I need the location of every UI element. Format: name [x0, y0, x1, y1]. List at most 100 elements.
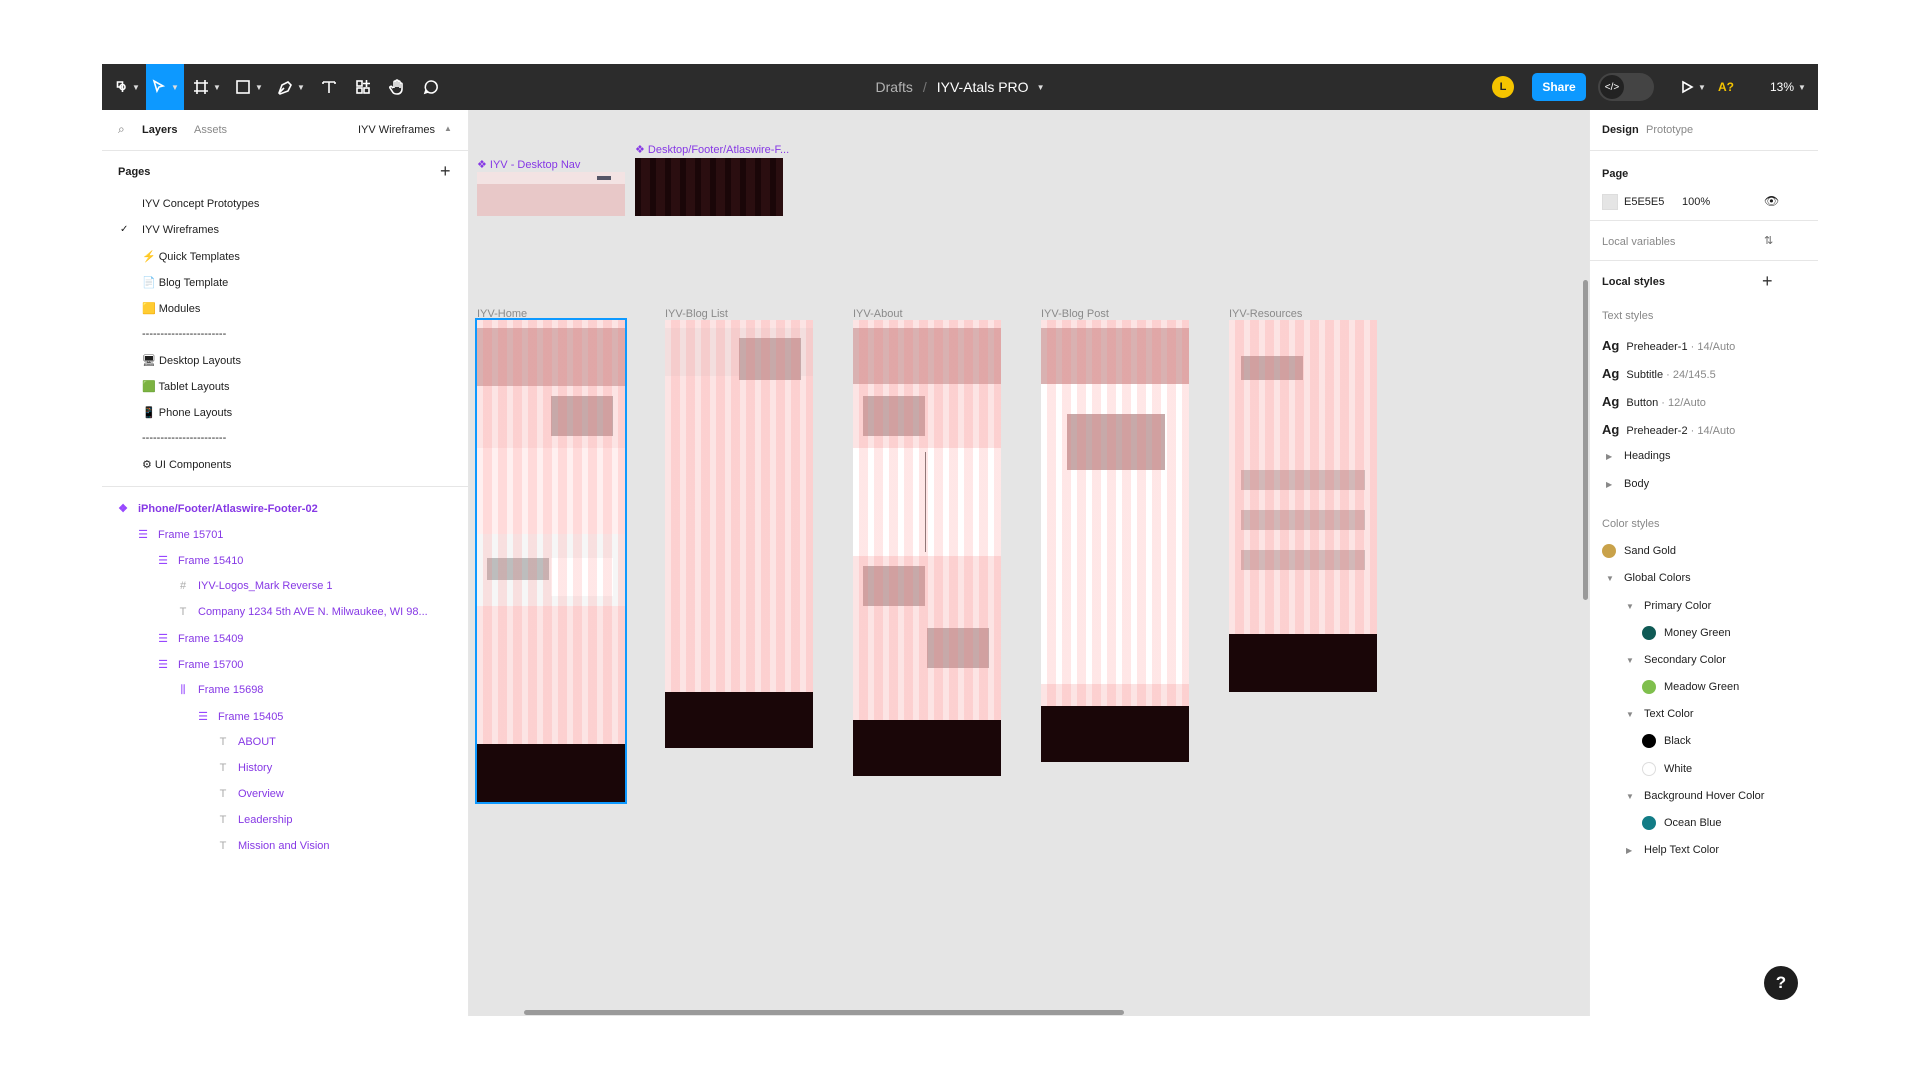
chevron-right-icon[interactable]: ▶: [1606, 480, 1612, 489]
canvas[interactable]: ❖ IYV - Desktop Nav ❖ Desktop/Footer/Atl…: [469, 110, 1589, 1016]
frame-iyv-blog-post[interactable]: [1041, 320, 1189, 762]
text-style-item[interactable]: Ag Preheader-2 · 14/Auto: [1602, 422, 1735, 437]
text-style-item[interactable]: Ag Preheader-1 · 14/Auto: [1602, 338, 1735, 353]
variables-icon[interactable]: ⇅: [1764, 234, 1773, 247]
avatar[interactable]: L: [1492, 76, 1514, 98]
color-subgroup-background-hover[interactable]: Background Hover Color: [1644, 790, 1764, 802]
tab-assets[interactable]: Assets: [194, 124, 227, 136]
color-subgroup-secondary[interactable]: Secondary Color: [1644, 654, 1726, 666]
text-group-body[interactable]: Body: [1624, 478, 1649, 490]
vertical-scrollbar[interactable]: [1583, 280, 1588, 600]
page-color-swatch[interactable]: [1602, 194, 1618, 210]
tab-layers[interactable]: Layers: [142, 124, 177, 136]
frame-label[interactable]: IYV-Blog Post: [1041, 308, 1109, 320]
color-subgroup-primary[interactable]: Primary Color: [1644, 600, 1711, 612]
pen-tool-button[interactable]: ▼: [272, 64, 310, 110]
layer-item[interactable]: T ABOUT: [216, 736, 276, 748]
chevron-down-icon[interactable]: ▼: [1037, 83, 1045, 92]
add-style-icon[interactable]: +: [1762, 272, 1773, 290]
page-item[interactable]: 🖥 Desktop Layouts: [142, 354, 241, 367]
layer-item[interactable]: ⫼ Frame 15698: [176, 684, 263, 697]
layer-item[interactable]: ☰ Frame 15409: [156, 632, 243, 645]
frame-label[interactable]: IYV-Resources: [1229, 308, 1302, 320]
chevron-down-icon[interactable]: ▼: [1626, 792, 1634, 801]
page-selector[interactable]: IYV Wireframes: [358, 124, 435, 136]
text-group-headings[interactable]: Headings: [1624, 450, 1670, 462]
chevron-down-icon[interactable]: ▼: [1606, 574, 1614, 583]
page-item-current[interactable]: IYV Wireframes: [142, 224, 219, 236]
eye-icon[interactable]: 👁: [1764, 194, 1779, 208]
chevron-down-icon[interactable]: ▼: [1626, 602, 1634, 611]
component-label[interactable]: ❖ IYV - Desktop Nav: [477, 158, 580, 171]
breadcrumb-drafts[interactable]: Drafts: [876, 79, 913, 95]
frame-tool-button[interactable]: ▼: [188, 64, 226, 110]
accessibility-check-button[interactable]: A?: [1718, 64, 1734, 110]
page-item[interactable]: ⚙ UI Components: [142, 458, 231, 471]
tab-prototype[interactable]: Prototype: [1646, 124, 1693, 136]
layer-item[interactable]: ☰ Frame 15701: [136, 528, 223, 541]
color-style-white[interactable]: White: [1664, 763, 1692, 775]
frame-label[interactable]: IYV-Blog List: [665, 308, 728, 320]
local-variables-label[interactable]: Local variables: [1602, 236, 1675, 248]
layer-item[interactable]: T Mission and Vision: [216, 840, 330, 852]
help-button[interactable]: ?: [1764, 966, 1798, 1000]
color-style-meadow-green[interactable]: Meadow Green: [1664, 681, 1739, 693]
dev-mode-toggle[interactable]: </>: [1598, 73, 1654, 101]
page-item[interactable]: 🟩 Tablet Layouts: [142, 380, 230, 393]
color-group-global[interactable]: Global Colors: [1624, 572, 1691, 584]
layer-item[interactable]: ☰ Frame 15700: [156, 658, 243, 671]
color-style-ocean-blue[interactable]: Ocean Blue: [1664, 817, 1721, 829]
share-button[interactable]: Share: [1532, 73, 1586, 101]
layer-item[interactable]: ❖ iPhone/Footer/Atlaswire-Footer-02: [116, 502, 318, 515]
add-page-icon[interactable]: +: [440, 162, 451, 180]
frame-iyv-resources[interactable]: [1229, 320, 1377, 692]
page-item[interactable]: 📱 Phone Layouts: [142, 406, 232, 419]
page-item[interactable]: 🟨 Modules: [142, 302, 200, 315]
layer-item[interactable]: T History: [216, 762, 273, 774]
horizontal-scrollbar[interactable]: [524, 1010, 1124, 1015]
hand-tool-button[interactable]: [382, 64, 412, 110]
color-style-black[interactable]: Black: [1664, 735, 1691, 747]
page-item[interactable]: IYV Concept Prototypes: [142, 198, 259, 210]
chevron-right-icon[interactable]: ▶: [1606, 452, 1612, 461]
layer-item[interactable]: T Company 1234 5th AVE N. Milwaukee, WI 9…: [176, 606, 428, 618]
color-subgroup-help-text[interactable]: Help Text Color: [1644, 844, 1719, 856]
frame-label[interactable]: IYV-About: [853, 308, 903, 320]
frame-label[interactable]: IYV-Home: [477, 308, 527, 320]
page-color-value[interactable]: E5E5E5: [1624, 196, 1664, 208]
layer-item[interactable]: ☰ Frame 15405: [196, 710, 283, 723]
page-item[interactable]: -----------------------: [142, 432, 226, 444]
layer-item[interactable]: T Leadership: [216, 814, 293, 826]
tab-design[interactable]: Design: [1602, 124, 1639, 136]
search-icon[interactable]: ⌕: [118, 122, 125, 137]
present-button[interactable]: ▼: [1676, 64, 1710, 110]
shape-tool-button[interactable]: ▼: [230, 64, 268, 110]
component-label[interactable]: ❖ Desktop/Footer/Atlaswire-F...: [635, 143, 789, 156]
frame-iyv-home[interactable]: [475, 318, 627, 804]
page-item[interactable]: -----------------------: [142, 328, 226, 340]
desktop-footer-component[interactable]: [635, 158, 783, 216]
text-style-item[interactable]: Ag Button · 12/Auto: [1602, 394, 1706, 409]
chevron-up-icon[interactable]: ▲: [444, 124, 452, 133]
page-item[interactable]: ⚡ Quick Templates: [142, 250, 240, 263]
color-subgroup-text[interactable]: Text Color: [1644, 708, 1694, 720]
chevron-down-icon[interactable]: ▼: [1626, 656, 1634, 665]
chevron-right-icon[interactable]: ▶: [1626, 846, 1632, 855]
desktop-nav-component[interactable]: [477, 172, 625, 216]
move-tool-button[interactable]: ▼: [146, 64, 184, 110]
main-menu-button[interactable]: ▼: [110, 64, 142, 110]
resources-tool-button[interactable]: [348, 64, 378, 110]
zoom-dropdown[interactable]: 13% ▼: [1770, 64, 1806, 110]
frame-iyv-about[interactable]: [853, 320, 1001, 776]
frame-iyv-blog-list[interactable]: [665, 320, 813, 748]
layer-item[interactable]: T Overview: [216, 788, 284, 800]
color-style-sand-gold[interactable]: Sand Gold: [1624, 545, 1676, 557]
file-name[interactable]: IYV-Atals PRO: [937, 79, 1029, 95]
comment-tool-button[interactable]: [416, 64, 446, 110]
color-style-money-green[interactable]: Money Green: [1664, 627, 1731, 639]
layer-item[interactable]: ☰ Frame 15410: [156, 554, 243, 567]
page-opacity-value[interactable]: 100%: [1682, 196, 1710, 208]
text-tool-button[interactable]: [314, 64, 344, 110]
page-item[interactable]: 📄 Blog Template: [142, 276, 228, 289]
chevron-down-icon[interactable]: ▼: [1626, 710, 1634, 719]
